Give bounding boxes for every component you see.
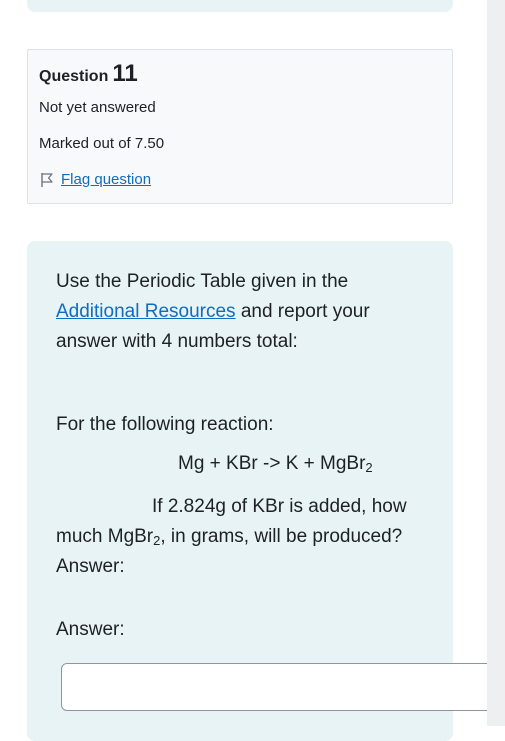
equation-subscript: 2 xyxy=(365,460,373,475)
additional-resources-link[interactable]: Additional Resources xyxy=(56,301,236,322)
question-state: Not yet answered xyxy=(39,99,156,116)
question-prompt: If 2.824g of KBr is added, how much MgBr… xyxy=(56,492,416,582)
flag-question[interactable]: Flag question xyxy=(39,171,151,188)
scrollbar[interactable] xyxy=(487,0,505,726)
answer-input[interactable] xyxy=(61,663,501,711)
question-label: Question xyxy=(39,68,109,85)
intro-text-before: Use the Periodic Table given in the xyxy=(56,271,349,292)
question-grade: Marked out of 7.50 xyxy=(39,135,165,152)
reaction-equation: Mg + KBr -> K + MgBr2 xyxy=(178,453,373,475)
previous-question-card xyxy=(27,0,453,12)
question-number: 11 xyxy=(112,60,138,87)
question-title: Question 11 xyxy=(39,60,138,88)
question-info-box: Question 11 Not yet answered Marked out o… xyxy=(27,49,453,204)
answer-label: Answer: xyxy=(56,619,125,640)
equation-main: Mg + KBr -> K + MgBr xyxy=(178,453,366,474)
question-intro: Use the Periodic Table given in the Addi… xyxy=(56,267,416,357)
flag-icon[interactable] xyxy=(39,172,55,188)
flag-question-link[interactable]: Flag question xyxy=(61,171,151,188)
reaction-label: For the following reaction: xyxy=(56,414,274,435)
